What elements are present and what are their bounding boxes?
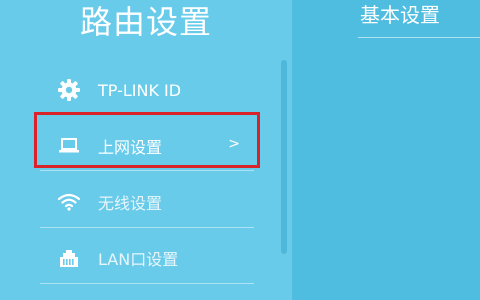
- sidebar-item-wireless-settings[interactable]: 无线设置: [40, 184, 254, 220]
- sidebar-item-label: 无线设置: [98, 194, 163, 213]
- sidebar-item-tplink-id[interactable]: TP-LINK ID: [40, 72, 254, 108]
- wifi-icon: [54, 190, 84, 214]
- sidebar: 路由设置 TP-LINK ID 上网设置 > 无线设置 LAN口设置: [0, 0, 292, 300]
- lan-port-icon: [54, 246, 84, 270]
- section-divider: [358, 37, 480, 38]
- sidebar-item-label: LAN口设置: [98, 250, 179, 269]
- router-settings-window: 路由设置 TP-LINK ID 上网设置 > 无线设置 LAN口设置 基本设置: [0, 0, 480, 300]
- divider: [40, 170, 254, 171]
- sidebar-item-label: TP-LINK ID: [98, 80, 182, 100]
- sidebar-scrollbar[interactable]: [281, 60, 287, 300]
- sidebar-item-lan-settings[interactable]: LAN口设置: [40, 240, 254, 276]
- divider: [40, 227, 254, 228]
- divider: [40, 283, 254, 284]
- scrollbar-thumb[interactable]: [281, 60, 287, 254]
- highlight-annotation-box: [34, 112, 260, 168]
- sidebar-title: 路由设置: [79, 3, 212, 41]
- section-title: 基本设置: [360, 3, 440, 27]
- gear-icon: [54, 78, 84, 102]
